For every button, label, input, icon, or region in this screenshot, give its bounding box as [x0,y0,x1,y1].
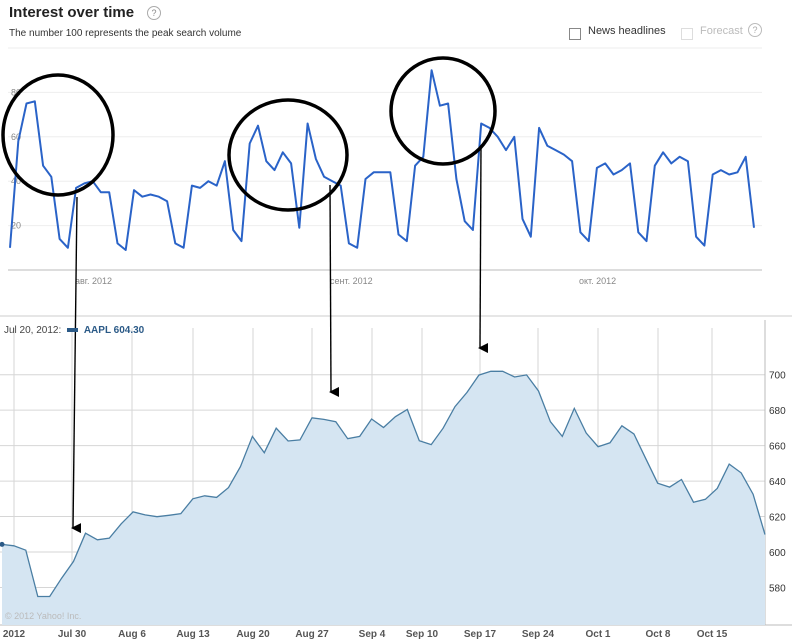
series-swatch [67,328,79,333]
stock-x-tick-label: 2012 [3,629,26,640]
stock-x-tick-label: Jul 30 [58,629,87,640]
tooltip-value: AAPL 604.30 [83,325,145,336]
stock-y-tick-label: 660 [769,442,786,453]
stock-y-tick-label: 680 [769,406,786,417]
stock-x-tick-label: Sep 24 [522,629,555,640]
stock-y-ticks: 580 600 620 640 660 680 700 [769,371,786,595]
trend-x-ticks: авг. 2012 сент. 2012 окт. 2012 [75,276,616,286]
trend-series [9,69,755,251]
annotation-arrow [71,196,82,534]
stock-x-tick-label: Oct 15 [697,629,728,640]
annotation-arrow [478,145,489,354]
charts-canvas: 20406080 авг. 2012 сент. 2012 окт. 2012 58… [0,47,792,640]
stock-x-tick-label: Sep 17 [464,629,497,640]
copyright-notice: © 2012 Yahoo! Inc. [5,611,82,621]
stock-x-tick-label: Sep 4 [359,629,386,640]
stock-y-tick-label: 620 [769,513,786,524]
stock-y-tick-label: 700 [769,371,786,382]
stock-y-tick-label: 640 [769,477,786,488]
stock-x-tick-label: Oct 1 [585,629,610,640]
trend-line [9,69,755,251]
annotation-circle [389,56,497,166]
annotation-circle [227,98,349,212]
trend-x-tick-label: окт. 2012 [579,276,616,286]
stock-x-tick-label: Sep 10 [406,629,439,640]
stock-x-tick-label: Oct 8 [645,629,670,640]
trend-grid [8,47,762,271]
trend-x-tick-label: авг. 2012 [75,276,112,286]
tooltip-date: Jul 20, 2012: [4,325,62,336]
annotation-arrow [329,184,340,397]
stock-tooltip: Jul 20, 2012: AAPL 604.30 [4,325,144,336]
stock-y-tick-label: 580 [769,583,786,594]
stock-series [0,370,766,625]
stock-x-tick-label: Aug 27 [295,629,329,640]
stock-x-tick-label: Aug 6 [118,629,146,640]
stock-x-tick-label: Aug 20 [236,629,270,640]
stock-x-ticks: 2012 Jul 30 Aug 6 Aug 13 Aug 20 Aug 27 Sep 4 Se… [3,629,728,640]
stock-x-tick-label: Aug 13 [176,629,210,640]
stock-area [2,371,765,625]
trend-x-tick-label: сент. 2012 [330,276,373,286]
stock-y-tick-label: 600 [769,548,786,559]
